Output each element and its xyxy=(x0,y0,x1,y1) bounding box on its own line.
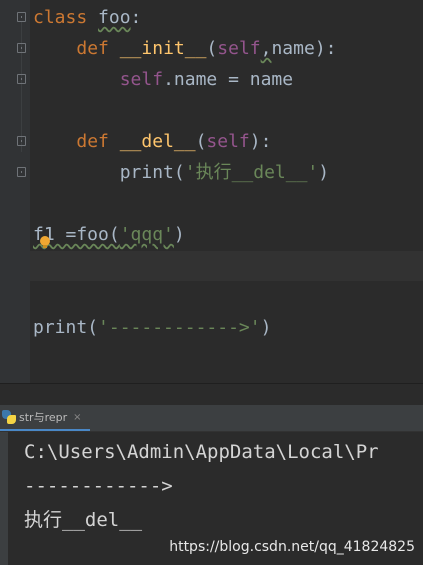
code-token: print xyxy=(33,317,88,338)
console-toolbar-strip xyxy=(0,432,8,565)
code-line[interactable]: print('执行__del__') xyxy=(33,161,329,185)
fold-marker[interactable] xyxy=(17,12,26,22)
code-line[interactable]: print('------------>') xyxy=(33,316,271,340)
code-token: foo xyxy=(98,7,131,28)
code-token: ( xyxy=(206,38,218,59)
code-token: self xyxy=(119,69,164,90)
code-line[interactable]: def __del__(self): xyxy=(33,130,271,154)
editor-gutter xyxy=(0,0,30,383)
panel-splitter[interactable] xyxy=(0,383,423,406)
code-token: print xyxy=(119,162,174,183)
code-token: self xyxy=(206,131,250,152)
run-tab[interactable]: str与repr × xyxy=(0,405,90,431)
code-editor[interactable]: class foo: def __init__(self,name): self… xyxy=(0,0,423,383)
code-token: def xyxy=(76,131,109,152)
code-line[interactable]: f1 =foo('qqq') xyxy=(33,223,185,247)
code-token: : xyxy=(130,7,142,28)
code-token: def xyxy=(76,38,109,59)
fold-marker[interactable] xyxy=(17,167,26,177)
current-line-highlight xyxy=(30,251,423,281)
code-line[interactable]: class foo: xyxy=(33,6,141,30)
watermark-url: https://blog.csdn.net/qq_41824825 xyxy=(169,539,415,555)
code-token: ( xyxy=(195,131,207,152)
code-token: '------------>' xyxy=(98,317,261,338)
code-token: ): xyxy=(249,131,272,152)
python-icon xyxy=(2,410,16,424)
code-token: 'qqq' xyxy=(119,224,174,245)
code-token: ( xyxy=(173,162,185,183)
code-token: ( xyxy=(87,317,99,338)
code-token: self xyxy=(217,38,261,59)
code-token: .name = name xyxy=(163,69,294,90)
console-line: ------------> xyxy=(24,475,173,497)
code-token: __del__ xyxy=(119,131,196,152)
lightbulb-icon[interactable] xyxy=(40,236,50,248)
fold-marker[interactable] xyxy=(17,136,26,146)
fold-marker[interactable] xyxy=(17,74,26,84)
close-icon[interactable]: × xyxy=(73,412,81,423)
run-tab-bar: str与repr × xyxy=(0,405,423,432)
fold-guide xyxy=(21,22,22,152)
code-line[interactable]: def __init__(self,name): xyxy=(33,37,337,61)
fold-marker[interactable] xyxy=(17,43,26,53)
run-tab-label: str与repr xyxy=(19,411,68,424)
code-token: ) xyxy=(318,162,330,183)
code-token: __init__ xyxy=(119,38,207,59)
console-line: 执行__del__ xyxy=(24,509,143,531)
code-token: class xyxy=(33,7,88,28)
code-token: ) xyxy=(260,317,272,338)
code-line[interactable]: self.name = name xyxy=(33,68,293,92)
code-token: name xyxy=(271,38,315,59)
code-token: ): xyxy=(314,38,337,59)
console-line: C:\Users\Admin\AppData\Local\Pr xyxy=(24,441,379,463)
code-token: ) xyxy=(173,224,185,245)
code-token: , xyxy=(260,38,272,59)
code-token: '执行__del__' xyxy=(184,162,319,183)
